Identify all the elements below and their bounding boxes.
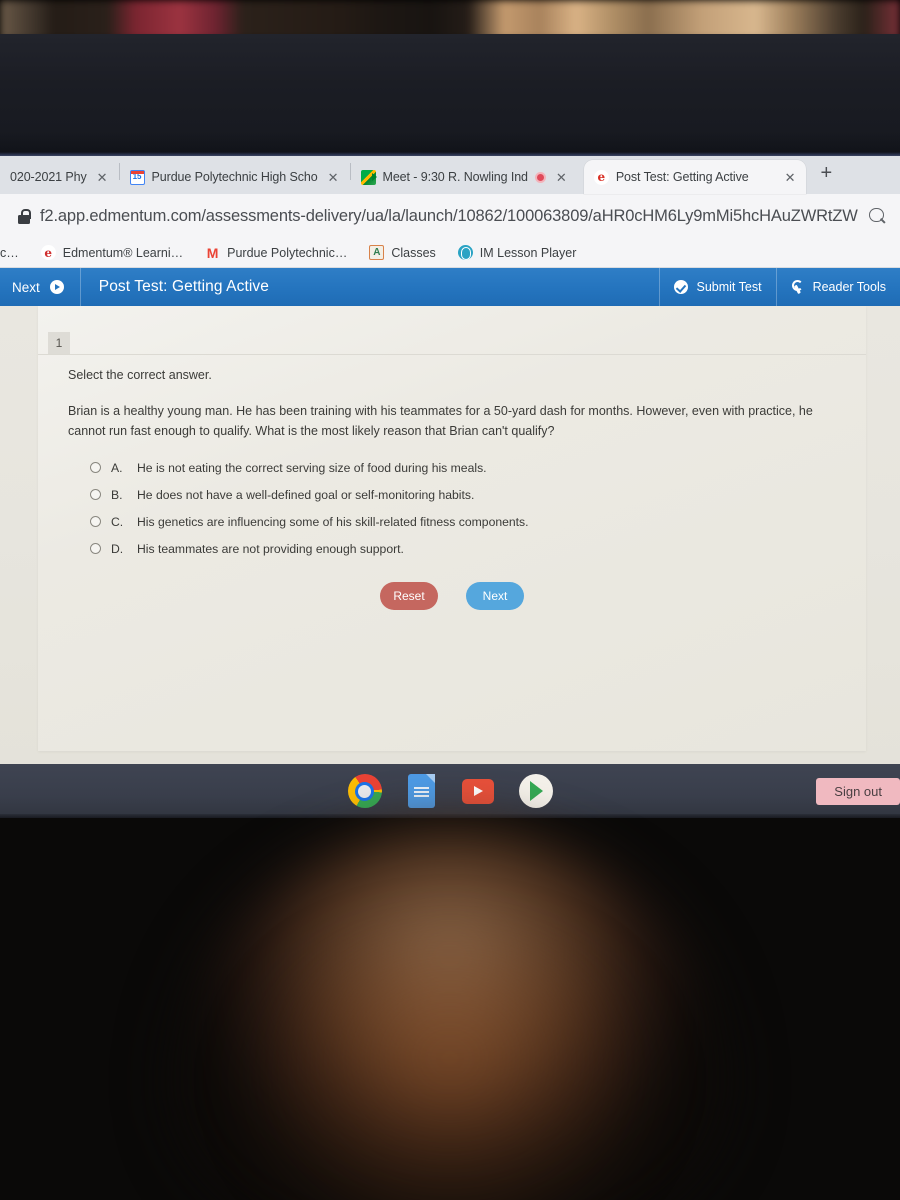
question-number-badge: 1	[48, 332, 70, 354]
bookmark-item-truncated[interactable]: c…	[0, 246, 30, 260]
answer-option-d[interactable]: D. His teammates are not providing enoug…	[90, 535, 830, 562]
bookmark-item-classes[interactable]: A Classes	[358, 245, 446, 260]
calendar-icon: 15	[129, 169, 145, 185]
bookmark-label: Purdue Polytechnic…	[227, 245, 348, 260]
bookmark-item-edmentum[interactable]: e Edmentum® Learni…	[30, 245, 194, 260]
radio-button-icon[interactable]	[90, 543, 101, 554]
tab-title: Post Test: Getting Active	[615, 170, 749, 184]
close-icon[interactable]: ✕	[782, 169, 799, 186]
next-label: Next	[12, 279, 40, 295]
close-icon[interactable]: ✕	[94, 169, 111, 186]
question-instruction: Select the correct answer.	[68, 368, 212, 382]
address-bar-input[interactable]: f2.app.edmentum.com/assessments-delivery…	[40, 207, 859, 226]
recording-indicator-icon[interactable]	[534, 171, 546, 183]
bookmark-label: Classes	[391, 245, 436, 260]
new-tab-button[interactable]: +	[806, 163, 846, 187]
chrome-icon[interactable]	[347, 774, 382, 808]
secure-lock-icon	[18, 208, 32, 224]
question-action-buttons: Reset Next	[38, 582, 866, 610]
edmentum-icon: e	[593, 169, 609, 185]
globe-icon	[457, 245, 473, 260]
sign-out-button[interactable]: Sign out	[816, 778, 900, 805]
classroom-icon: A	[369, 245, 385, 260]
bookmark-item-im-lesson-player[interactable]: IM Lesson Player	[447, 245, 588, 260]
chrome-browser-window: 020-2021 Phy ✕ 15 Purdue Polytechnic Hig…	[0, 156, 900, 951]
tab-title: Purdue Polytechnic High Scho	[151, 170, 318, 184]
question-card: 1 Select the correct answer. Brian is a …	[38, 306, 866, 751]
option-letter: B.	[111, 487, 123, 502]
reader-tools-button[interactable]: Reader Tools	[775, 268, 900, 306]
browser-tab-google-meet[interactable]: Meet - 9:30 R. Nowling Ind ✕	[351, 160, 578, 194]
radio-button-icon[interactable]	[90, 489, 101, 500]
question-stem: Brian is a healthy young man. He has bee…	[68, 404, 813, 438]
option-letter: C.	[111, 514, 124, 529]
browser-tab-purdue-calendar[interactable]: 15 Purdue Polytechnic High Scho ✕	[120, 160, 350, 194]
page-title: Post Test: Getting Active	[98, 278, 269, 295]
youtube-icon[interactable]	[461, 774, 496, 808]
assessment-page: 1 Select the correct answer. Brian is a …	[0, 306, 900, 951]
submit-test-label: Submit Test	[696, 280, 762, 294]
play-store-icon[interactable]	[518, 774, 553, 808]
bookmark-item-purdue[interactable]: M Purdue Polytechnic…	[194, 244, 358, 261]
zoom-search-icon[interactable]	[869, 207, 886, 225]
submit-test-button[interactable]: Submit Test	[659, 268, 775, 306]
next-question-button[interactable]: Next	[0, 268, 81, 306]
browser-tab-physics[interactable]: 020-2021 Phy ✕	[0, 160, 119, 194]
option-text: He is not eating the correct serving siz…	[137, 460, 487, 475]
answer-options-list: A. He is not eating the correct serving …	[90, 454, 830, 562]
option-text: His teammates are not providing enough s…	[137, 541, 404, 556]
check-circle-icon	[674, 280, 689, 294]
bookmark-label: Edmentum® Learni…	[62, 245, 184, 260]
option-letter: A.	[111, 460, 123, 475]
bookmark-label: c…	[0, 245, 19, 260]
next-arrow-icon	[49, 280, 64, 294]
question-body: Select the correct answer. Brian is a he…	[68, 368, 838, 441]
tab-title: 020-2021 Phy	[10, 170, 87, 184]
screenshot-root: 020-2021 Phy ✕ 15 Purdue Polytechnic Hig…	[0, 0, 900, 1200]
close-icon[interactable]: ✕	[325, 169, 342, 186]
gmail-icon: M	[206, 244, 219, 261]
google-meet-icon	[360, 169, 377, 185]
google-docs-icon[interactable]	[405, 774, 439, 808]
browser-tab-post-test[interactable]: e Post Test: Getting Active ✕	[583, 160, 807, 194]
next-button[interactable]: Next	[466, 582, 524, 610]
answer-option-c[interactable]: C. His genetics are influencing some of …	[90, 508, 830, 535]
answer-option-b[interactable]: B. He does not have a well-defined goal …	[90, 481, 830, 508]
omnibox-row: f2.app.edmentum.com/assessments-delivery…	[0, 194, 900, 238]
reader-tools-label: Reader Tools	[812, 280, 886, 294]
radio-button-icon[interactable]	[90, 516, 101, 527]
option-text: He does not have a well-defined goal or …	[137, 487, 475, 502]
option-text: His genetics are influencing some of his…	[137, 514, 529, 529]
reset-button[interactable]: Reset	[380, 582, 438, 610]
bookmarks-bar: c… e Edmentum® Learni… M Purdue Polytech…	[0, 238, 900, 268]
bottom-reflection-photo	[0, 818, 900, 1200]
laptop-bezel-top	[0, 34, 900, 156]
radio-button-icon[interactable]	[90, 462, 101, 473]
answer-option-a[interactable]: A. He is not eating the correct serving …	[90, 454, 830, 481]
card-divider	[38, 354, 866, 355]
close-icon[interactable]: ✕	[553, 169, 570, 186]
wrench-icon	[791, 280, 805, 294]
edmentum-icon: e	[40, 245, 56, 260]
chromeos-shelf: Sign out	[0, 764, 900, 818]
browser-tab-strip: 020-2021 Phy ✕ 15 Purdue Polytechnic Hig…	[0, 156, 900, 194]
option-letter: D.	[111, 541, 124, 556]
bookmark-label: IM Lesson Player	[479, 245, 577, 260]
assessment-toolbar: Next Post Test: Getting Active Submit Te…	[0, 268, 900, 306]
tab-title: Meet - 9:30 R. Nowling Ind	[382, 170, 528, 184]
